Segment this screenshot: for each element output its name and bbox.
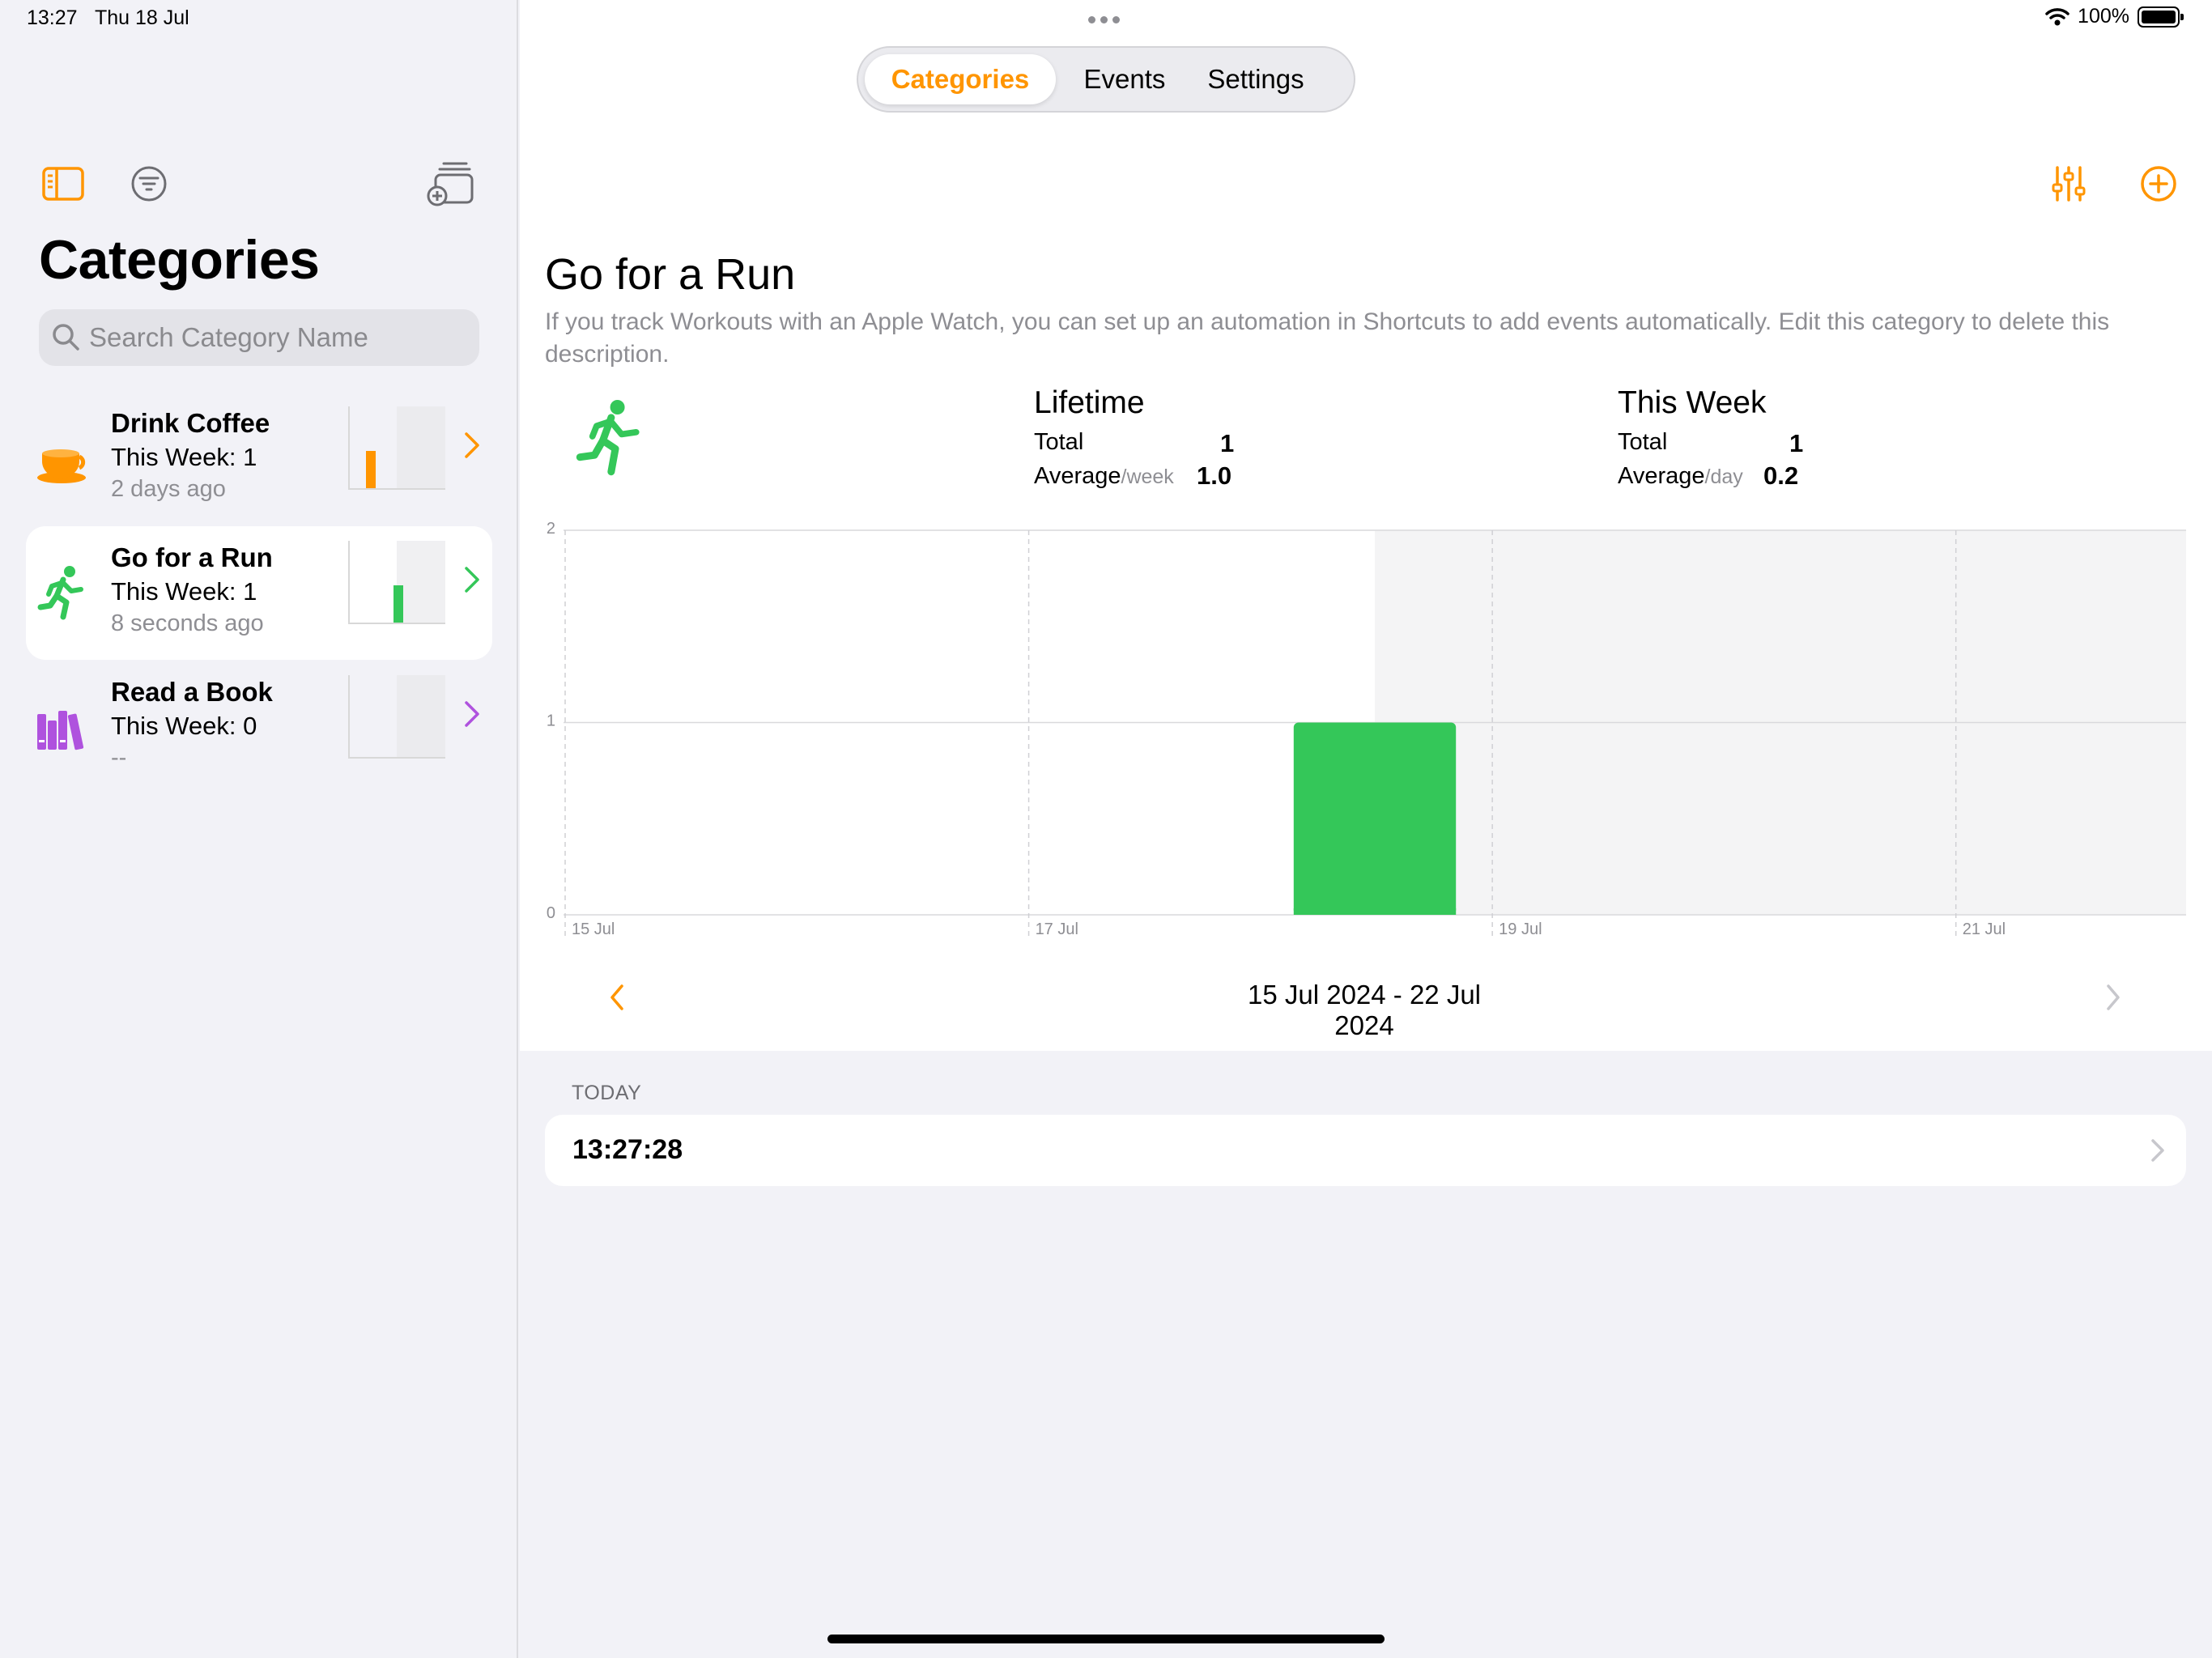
date-range-label: 15 Jul 2024 - 22 Jul 2024: [1247, 980, 1482, 1040]
running-figure-icon: [576, 400, 640, 476]
battery-percent: 100%: [2078, 5, 2129, 28]
category-title: Go for a Run: [545, 250, 796, 299]
average-label: Average: [1034, 463, 1121, 489]
average-unit: /day: [1704, 466, 1743, 488]
category-week-count: This Week: 0: [111, 712, 257, 740]
category-item-go-for-a-run[interactable]: Go for a Run This Week: 1 8 seconds ago: [26, 526, 492, 660]
chevron-right-icon: [465, 432, 479, 458]
x-tick-label: 19 Jul: [1499, 920, 1542, 938]
x-tick-label: 17 Jul: [1036, 920, 1078, 938]
category-description: If you track Workouts with an Apple Watc…: [545, 308, 2110, 368]
x-tick-label: 21 Jul: [1963, 920, 2006, 938]
status-time: 13:27: [27, 6, 78, 29]
x-tick-label: 15 Jul: [572, 920, 615, 938]
tab-settings[interactable]: Settings: [1195, 54, 1317, 104]
battery-icon: [2138, 6, 2184, 28]
this-week-total-label: Total: [1618, 429, 1668, 455]
add-window-icon[interactable]: [426, 160, 474, 207]
sidebar-title: Categories: [39, 229, 320, 291]
y-tick-label: 1: [547, 712, 555, 730]
multitasking-dots[interactable]: [1088, 16, 1120, 23]
filter-icon[interactable]: [130, 165, 168, 202]
wifi-icon: [2045, 7, 2069, 25]
this-week-average-label: Average/day: [1618, 463, 1743, 490]
mini-chart: [348, 675, 445, 759]
home-indicator: [827, 1635, 1385, 1643]
average-unit: /week: [1121, 466, 1174, 488]
category-item-drink-coffee[interactable]: Drink Coffee This Week: 1 2 days ago: [26, 392, 492, 525]
section-header-today: TODAY: [572, 1082, 642, 1104]
mini-chart: [348, 541, 445, 624]
sidebar-toggle-icon[interactable]: [42, 167, 84, 201]
this-week-total-value: 1: [1789, 429, 1804, 457]
y-tick-label: 2: [547, 520, 555, 538]
chart-bar-base: [1293, 908, 1457, 915]
books-icon: [37, 711, 84, 750]
event-row[interactable]: 13:27:28: [545, 1115, 2186, 1186]
sliders-icon[interactable]: [2052, 165, 2086, 202]
sidebar: Categories Search Category Name Drink Co…: [0, 0, 518, 1658]
lifetime-average-label: Average/week: [1034, 463, 1174, 490]
status-date: Thu 18 Jul: [95, 6, 189, 29]
category-name: Read a Book: [111, 677, 273, 707]
mini-chart: [348, 406, 445, 490]
status-indicators: 100%: [2045, 5, 2184, 28]
category-week-count: This Week: 1: [111, 577, 257, 606]
tab-categories[interactable]: Categories: [865, 54, 1056, 104]
category-week-count: This Week: 1: [111, 443, 257, 471]
lifetime-average-value: 1.0: [1197, 461, 1232, 490]
lifetime-heading: Lifetime: [1034, 385, 1145, 420]
mini-chart-future-shade: [397, 675, 445, 757]
search-placeholder: Search Category Name: [89, 322, 368, 352]
chevron-right-icon: [2151, 1139, 2164, 1162]
chart-bar: [1293, 722, 1457, 915]
mini-chart-bar: [366, 451, 376, 488]
category-item-read-a-book[interactable]: Read a Book This Week: 0 --: [26, 661, 492, 794]
lifetime-total-value: 1: [1220, 429, 1235, 457]
mini-chart-bar: [393, 585, 403, 623]
average-label: Average: [1618, 463, 1705, 489]
this-week-average-value: 0.2: [1763, 461, 1799, 490]
previous-week-button[interactable]: [609, 984, 625, 1011]
tab-bar: Categories Events Settings: [857, 46, 1355, 113]
y-tick-label: 0: [547, 904, 555, 922]
category-last-event: 8 seconds ago: [111, 610, 264, 636]
weekly-bar-chart: 0 1 2 15 Jul 17 Jul 19 Jul 21 Jul: [547, 520, 2186, 938]
mini-chart-future-shade: [397, 541, 445, 623]
lifetime-total-label: Total: [1034, 429, 1084, 455]
search-input[interactable]: Search Category Name: [39, 309, 479, 366]
chevron-right-icon: [465, 701, 479, 727]
category-name: Drink Coffee: [111, 408, 270, 438]
chevron-right-icon: [465, 567, 479, 593]
category-last-event: --: [111, 745, 127, 771]
category-name: Go for a Run: [111, 542, 273, 572]
search-icon: [53, 324, 79, 351]
mini-chart-future-shade: [397, 406, 445, 488]
tab-events[interactable]: Events: [1072, 54, 1177, 104]
next-week-button[interactable]: [2105, 984, 2121, 1011]
category-last-event: 2 days ago: [111, 476, 226, 502]
event-time: 13:27:28: [572, 1134, 683, 1165]
add-circle-icon[interactable]: [2140, 165, 2177, 202]
coffee-cup-icon: [37, 449, 86, 483]
this-week-heading: This Week: [1618, 385, 1767, 420]
running-figure-icon: [37, 566, 83, 620]
